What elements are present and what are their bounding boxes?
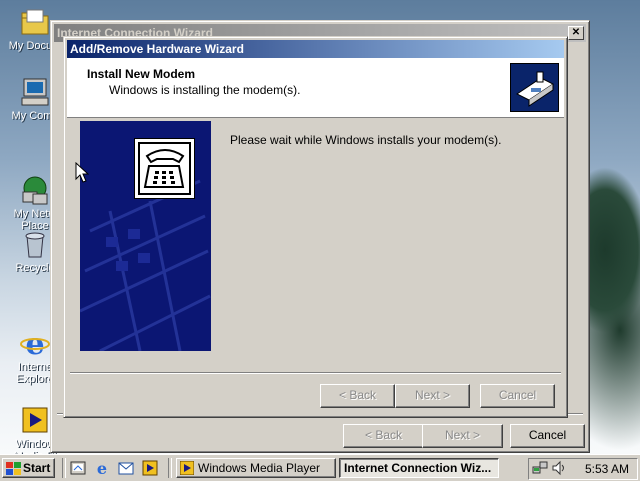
wizard-side-image (80, 121, 211, 351)
back-button[interactable]: < Back (343, 424, 424, 448)
cancel-button[interactable]: Cancel (510, 424, 585, 448)
status-message: Please wait while Windows installs your … (230, 133, 502, 147)
wizard-header-title: Install New Modem (87, 67, 196, 81)
next-button[interactable]: Next > (422, 424, 503, 448)
taskbar-button-internet-connection-wizard[interactable]: Internet Connection Wiz... (339, 458, 499, 478)
taskbar: Start e Windows Media Player Internet Co… (0, 454, 640, 481)
media-player-icon (180, 461, 194, 475)
window-title-bar[interactable]: Add/Remove Hardware Wizard (67, 40, 564, 58)
start-label: Start (23, 461, 51, 475)
mouse-cursor-icon (75, 162, 89, 183)
add-remove-hardware-wizard-window: Add/Remove Hardware Wizard Install New M… (63, 36, 568, 418)
clock[interactable]: 5:53 AM (585, 462, 629, 476)
taskbar-button-label: Internet Connection Wiz... (344, 461, 492, 475)
computer-icon (19, 76, 51, 108)
outlook-icon[interactable] (118, 460, 134, 476)
network-icon (19, 162, 51, 205)
folder-icon (19, 6, 51, 38)
window-title: Add/Remove Hardware Wizard (70, 42, 244, 56)
media-player-icon[interactable] (142, 460, 158, 476)
media-player-icon (19, 392, 51, 433)
volume-icon[interactable] (551, 460, 567, 476)
start-button[interactable]: Start (2, 458, 55, 478)
taskbar-button-windows-media-player[interactable]: Windows Media Player (176, 458, 336, 478)
quick-launch-divider (62, 458, 66, 478)
cancel-button[interactable]: Cancel (480, 384, 555, 408)
quick-launch-divider (168, 458, 172, 478)
recycle-bin-icon (19, 228, 51, 260)
back-button[interactable]: < Back (320, 384, 395, 408)
system-tray: 5:53 AM (528, 458, 638, 480)
ie-icon: e (19, 315, 51, 362)
network-icon[interactable] (532, 460, 548, 476)
telephone-icon (134, 138, 195, 199)
divider (70, 372, 561, 374)
show-desktop-icon[interactable] (70, 460, 86, 476)
windows-logo-icon (6, 462, 21, 475)
wizard-header: Install New Modem Windows is installing … (67, 58, 564, 118)
wizard-header-subtitle: Windows is installing the modem(s). (109, 83, 301, 97)
taskbar-button-label: Windows Media Player (198, 461, 321, 475)
ie-icon[interactable]: e (94, 460, 110, 476)
next-button[interactable]: Next > (395, 384, 470, 408)
close-icon[interactable]: ✕ (568, 26, 584, 40)
svg-text:e: e (25, 327, 44, 359)
desktop: My Docum My Comp My Netw Place Recycle e… (0, 0, 640, 454)
svg-text:e: e (97, 460, 107, 476)
hardware-card-icon (510, 63, 559, 112)
